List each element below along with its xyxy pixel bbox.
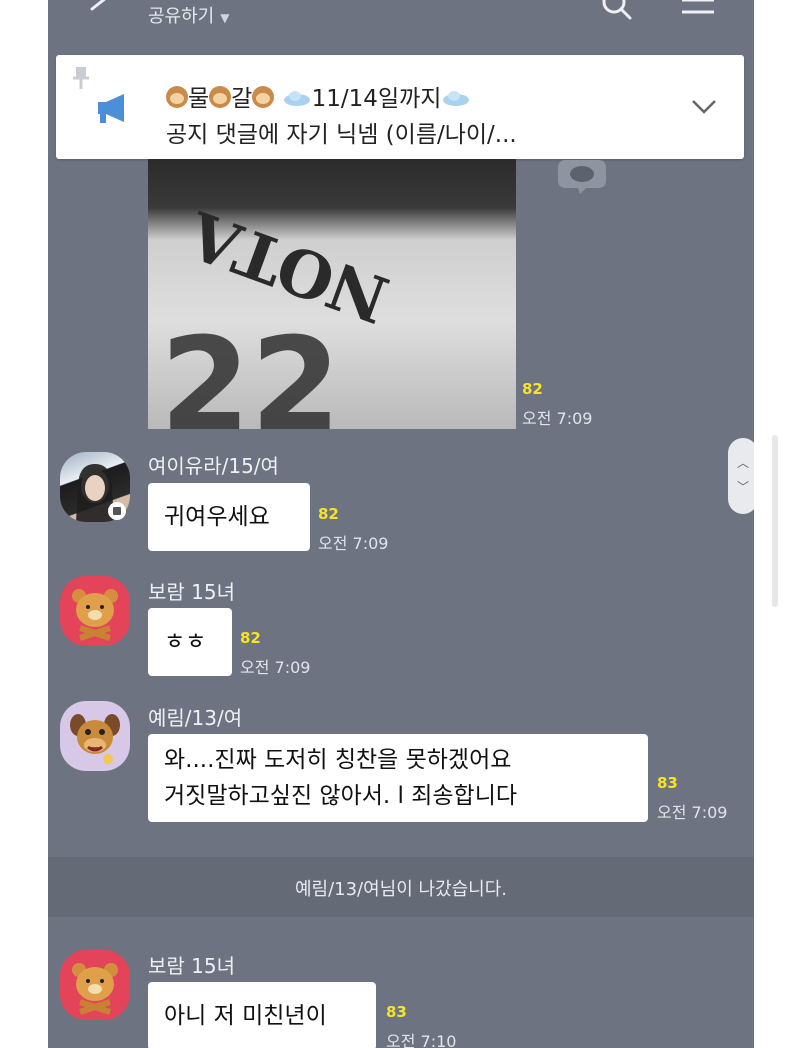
notice-banner[interactable]: 물갈 11/14일까지 공지 댓글에 자기 닉넴 (이름/나이/... <box>56 55 744 159</box>
chevron-down-icon[interactable] <box>690 97 718 115</box>
pin-icon <box>73 67 89 89</box>
sender-name: 보람 15녀 <box>148 580 236 604</box>
message-time: 오전 7:09 <box>657 803 728 822</box>
avatar[interactable] <box>60 701 130 771</box>
unread-count: 82 <box>318 505 339 523</box>
system-message-band: 예림/13/여님이 나갔습니다. <box>48 857 754 917</box>
top-bar: 공유하기 ▼ <box>48 0 754 40</box>
scrollbar-thumb[interactable] <box>772 435 778 607</box>
cloud-icon <box>443 91 470 106</box>
comment-icon[interactable] <box>556 158 608 194</box>
scroll-nav-button[interactable]: ︿ ﹀ <box>728 438 754 514</box>
message-time: 오전 7:10 <box>386 1032 457 1048</box>
chat-screen: 공유하기 ▼ 물갈 11/14일까지 공지 댓글에 자기 닉넴 (이름/나이/..… <box>48 0 754 1048</box>
shirt-number: 22 <box>160 309 341 429</box>
cloud-icon <box>283 91 310 106</box>
unread-count: 83 <box>386 1003 407 1021</box>
message-time: 오전 7:09 <box>240 658 311 677</box>
profile-badge-icon <box>108 502 126 520</box>
system-message: 예림/13/여님이 나갔습니다. <box>294 879 508 900</box>
share-dropdown[interactable]: 공유하기 ▼ <box>148 2 229 28</box>
chevron-up-icon[interactable]: ︿ <box>737 454 749 471</box>
message-bubble[interactable]: 아니 저 미친년이 <box>148 982 376 1048</box>
frodo-character-icon <box>70 714 120 764</box>
message-line: 와....진짜 도저히 칭찬을 못하겠어요 <box>164 747 512 773</box>
notice-body: 공지 댓글에 자기 닉넴 (이름/나이/... <box>166 122 517 148</box>
message-time: 오전 7:09 <box>522 409 593 428</box>
message-bubble[interactable]: 와....진짜 도저히 칭찬을 못하겠어요 거짓말하고싶진 않아서. l 죄송합… <box>148 734 648 822</box>
back-arrow-icon[interactable] <box>86 0 112 20</box>
speak-no-evil-monkey-icon <box>209 86 232 108</box>
message-time: 오전 7:09 <box>318 534 389 553</box>
chevron-down-icon[interactable]: ﹀ <box>737 478 749 495</box>
menu-icon[interactable] <box>678 0 718 20</box>
sender-name: 예림/13/여 <box>148 706 243 730</box>
ryan-character-icon <box>72 963 118 1015</box>
sender-name: 보람 15녀 <box>148 954 236 978</box>
unread-count: 82 <box>240 629 261 647</box>
notice-title: 물갈 11/14일까지 <box>166 79 471 113</box>
shared-photo[interactable]: NOTΛ 22 <box>148 159 516 429</box>
share-title: 공유하기 <box>148 6 215 27</box>
message-line: 거짓말하고싶진 않아서. l 죄송합니다 <box>164 783 518 809</box>
hear-no-evil-monkey-icon <box>252 86 275 108</box>
message-bubble[interactable]: 귀여우세요 <box>148 483 310 551</box>
ryan-character-icon <box>72 589 118 641</box>
megaphone-icon <box>98 94 124 123</box>
avatar[interactable] <box>60 950 130 1020</box>
avatar[interactable] <box>60 576 130 646</box>
message-bubble[interactable]: ㅎㅎ <box>148 608 232 676</box>
search-icon[interactable] <box>600 0 634 26</box>
unread-count: 83 <box>657 774 678 792</box>
caret-down-icon: ▼ <box>220 11 230 25</box>
see-no-evil-monkey-icon <box>166 86 188 108</box>
unread-count: 82 <box>522 380 543 398</box>
sender-name: 여이유라/15/여 <box>148 454 279 478</box>
